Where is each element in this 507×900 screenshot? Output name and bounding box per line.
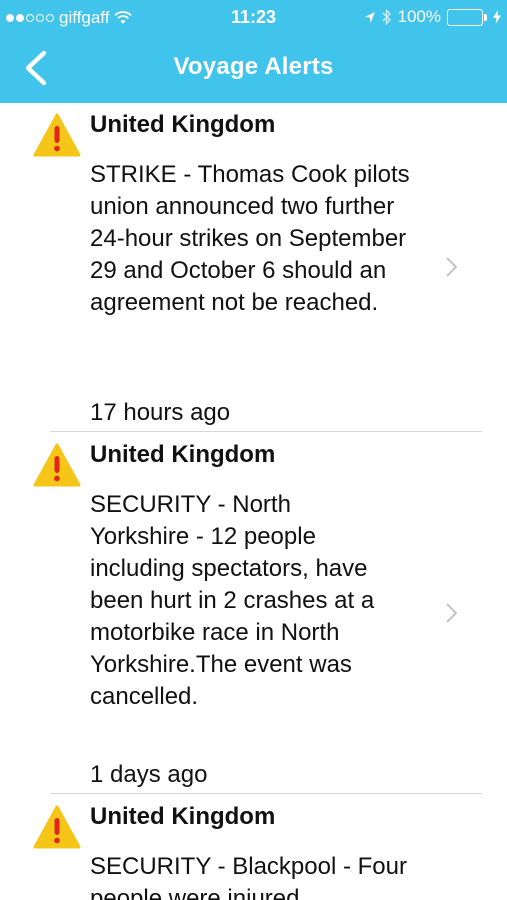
- divider: [50, 793, 482, 794]
- divider: [50, 431, 482, 432]
- alert-country: United Kingdom: [90, 441, 276, 468]
- alert-country: United Kingdom: [90, 803, 276, 830]
- location-arrow-icon: [364, 11, 375, 23]
- status-right: 100%: [364, 7, 501, 27]
- warning-icon: [33, 805, 81, 849]
- warning-icon: [33, 113, 81, 157]
- battery-percentage: 100%: [397, 7, 441, 26]
- page-title: Voyage Alerts: [173, 53, 334, 80]
- chevron-right-icon: [446, 257, 458, 277]
- battery-icon: [447, 8, 487, 26]
- alert-list[interactable]: United Kingdom STRIKE - Thomas Cook pilo…: [0, 103, 507, 900]
- navigation-bar: Voyage Alerts: [0, 34, 507, 103]
- app-header: giffgaff 11:23 100% Voyage Alerts: [0, 0, 507, 103]
- alert-country: United Kingdom: [90, 111, 276, 138]
- charging-icon: [493, 10, 501, 24]
- bluetooth-icon: [382, 9, 391, 25]
- warning-icon: [33, 443, 81, 487]
- alert-description: STRIKE - Thomas Cook pilots union announ…: [90, 161, 410, 316]
- chevron-right-icon: [446, 603, 458, 623]
- alert-description: SECURITY - North Yorkshire - 12 people i…: [90, 491, 375, 710]
- alert-timestamp: 17 hours ago: [90, 399, 231, 426]
- alert-timestamp: 1 days ago: [90, 761, 208, 788]
- status-bar: giffgaff 11:23 100%: [0, 0, 507, 34]
- alert-item[interactable]: United Kingdom SECURITY - North Yorkshir…: [0, 433, 507, 795]
- alert-item[interactable]: United Kingdom STRIKE - Thomas Cook pilo…: [0, 103, 507, 433]
- alert-item[interactable]: United Kingdom SECURITY - Blackpool - Fo…: [0, 795, 507, 900]
- alert-description: SECURITY - Blackpool - Four people were …: [90, 853, 407, 900]
